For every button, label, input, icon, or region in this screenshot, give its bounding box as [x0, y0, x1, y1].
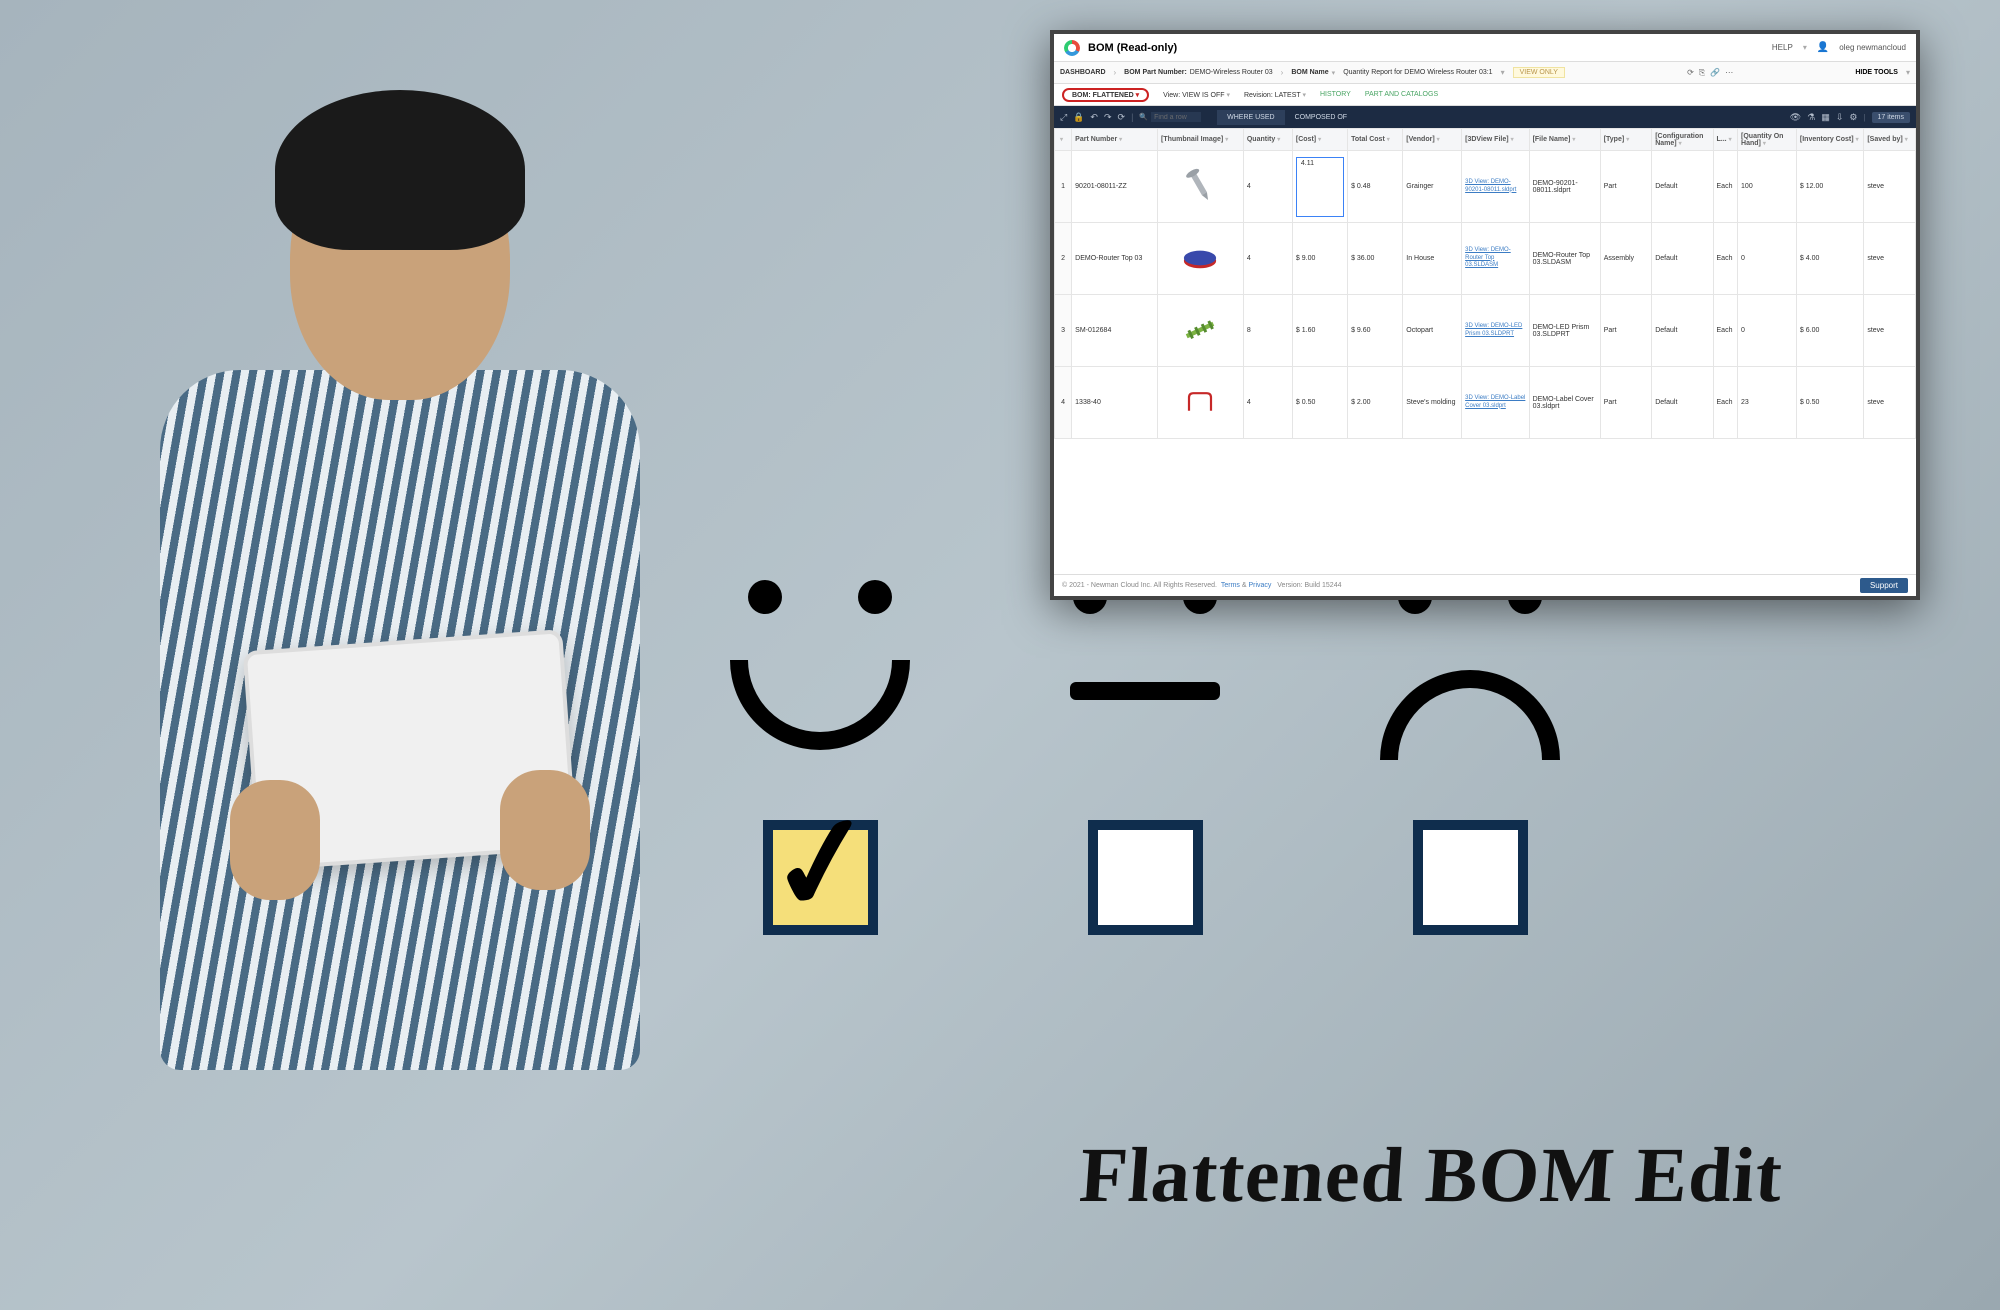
lock-icon[interactable]: 🔒: [1073, 112, 1084, 123]
part-number-cell[interactable]: 90201-08011-ZZ: [1072, 151, 1158, 223]
composed-of-tab[interactable]: COMPOSED OF: [1285, 110, 1358, 125]
col-header[interactable]: [1055, 129, 1072, 151]
app-logo-icon: [1064, 40, 1080, 56]
view3d-link: 3D View: DEMO-Label Cover 03.sldprt: [1465, 395, 1525, 411]
header-row: Part Number[Thumbnail Image]Quantity[Cos…: [1055, 129, 1916, 151]
user-icon: 👤: [1817, 42, 1829, 53]
revision-dropdown[interactable]: Revision: LATEST ▾: [1244, 91, 1306, 99]
search-input[interactable]: [1151, 112, 1201, 122]
col-header[interactable]: [Type]: [1600, 129, 1652, 151]
refresh-grid-icon[interactable]: ⟳: [1118, 112, 1126, 123]
view3d-link: 3D View: DEMO-LED Prism 03.SLDPRT: [1465, 323, 1525, 339]
checkbox-neutral[interactable]: [1088, 820, 1203, 935]
share-icon[interactable]: 🔗: [1710, 68, 1720, 78]
user-name[interactable]: oleg newmancloud: [1839, 43, 1906, 52]
view3d-link: 3D View: DEMO-90201-08011.sldprt: [1465, 179, 1525, 195]
columns-icon[interactable]: ▦: [1821, 112, 1830, 123]
expand-icon[interactable]: ⤢: [1060, 112, 1067, 123]
col-header[interactable]: [File Name]: [1529, 129, 1600, 151]
app-footer: © 2021 - Newman Cloud Inc. All Rights Re…: [1054, 574, 1916, 596]
privacy-link[interactable]: Privacy: [1248, 582, 1271, 589]
col-header[interactable]: Total Cost: [1348, 129, 1403, 151]
col-header[interactable]: [Configuration Name]: [1652, 129, 1713, 151]
col-header[interactable]: [Cost]: [1292, 129, 1347, 151]
view-dropdown[interactable]: View: VIEW IS OFF ▾: [1163, 91, 1230, 99]
where-used-tab[interactable]: WHERE USED: [1217, 110, 1284, 125]
neutral-face: [1045, 580, 1245, 760]
thumbnail-cell: [1158, 367, 1244, 439]
settings-icon[interactable]: ⚙: [1849, 112, 1857, 123]
part-catalog-link[interactable]: PART AND CATALOGS: [1365, 91, 1438, 98]
terms-link[interactable]: Terms: [1221, 582, 1240, 589]
view3d-link: 3D View: DEMO-Router Top 03.SLDASM: [1465, 247, 1525, 270]
caption-text: Flattened BOM Edit: [1077, 1130, 1786, 1220]
export-icon[interactable]: ⇩: [1836, 112, 1844, 123]
help-link[interactable]: HELP: [1772, 43, 1793, 52]
table-row[interactable]: 190201-08011-ZZ44.11$ 0.48Grainger3D Vie…: [1055, 151, 1916, 223]
copy-icon[interactable]: ⎘: [1699, 68, 1705, 78]
col-header[interactable]: [Inventory Cost]: [1796, 129, 1863, 151]
sad-face: [1370, 580, 1570, 760]
part-number-cell[interactable]: DEMO-Router Top 03: [1072, 223, 1158, 295]
cost-edit-cell[interactable]: 4.11: [1296, 157, 1344, 217]
col-header[interactable]: [3DView File]: [1462, 129, 1529, 151]
col-header[interactable]: Part Number: [1072, 129, 1158, 151]
item-count-badge: 17 items: [1872, 112, 1910, 123]
checkmark-icon: ✓: [762, 811, 882, 915]
col-header[interactable]: [Vendor]: [1403, 129, 1462, 151]
part-number-cell[interactable]: SM-012684: [1072, 295, 1158, 367]
tablet-device: [243, 629, 578, 871]
dashboard-link[interactable]: DASHBOARD: [1060, 69, 1106, 76]
checkbox-happy[interactable]: ✓: [763, 820, 878, 935]
table-row[interactable]: 41338-404$ 0.50$ 2.00Steve's molding3D V…: [1055, 367, 1916, 439]
hide-tools-toggle[interactable]: HIDE TOOLS: [1855, 69, 1898, 76]
grid-toolbar: ⤢ 🔒 ↶ ↷ ⟳ | 🔍 WHERE USED COMPOSED OF 👁 ⚗…: [1054, 106, 1916, 128]
col-header[interactable]: L...: [1713, 129, 1738, 151]
bom-app-window: BOM (Read-only) HELP ▾ 👤 oleg newmanclou…: [1050, 30, 1920, 600]
col-header[interactable]: [Saved by]: [1864, 129, 1916, 151]
person-photo: [100, 80, 700, 1280]
view-only-badge: VIEW ONLY: [1513, 67, 1565, 78]
search-icon: 🔍: [1139, 113, 1148, 121]
bom-grid[interactable]: Part Number[Thumbnail Image]Quantity[Cos…: [1054, 128, 1916, 574]
filter-icon[interactable]: ⚗: [1807, 112, 1815, 123]
app-header: BOM (Read-only) HELP ▾ 👤 oleg newmanclou…: [1054, 34, 1916, 62]
col-header[interactable]: Quantity: [1243, 129, 1292, 151]
breadcrumb-bar: DASHBOARD › BOM Part Number: DEMO-Wirele…: [1054, 62, 1916, 84]
checkbox-sad[interactable]: [1413, 820, 1528, 935]
thumbnail-cell: [1158, 151, 1244, 223]
eye-icon[interactable]: 👁: [1790, 112, 1801, 123]
table-row[interactable]: 3SM-0126848$ 1.60$ 9.60Octopart3D View: …: [1055, 295, 1916, 367]
more-icon[interactable]: ⋯: [1725, 68, 1733, 78]
col-header[interactable]: [Thumbnail Image]: [1158, 129, 1244, 151]
part-number-cell[interactable]: 1338-40: [1072, 367, 1158, 439]
undo-icon[interactable]: ↶: [1090, 112, 1098, 123]
table-row[interactable]: 2DEMO-Router Top 034$ 9.00$ 36.00In Hous…: [1055, 223, 1916, 295]
view-tabs: BOM: FLATTENED ▾ View: VIEW IS OFF ▾ Rev…: [1054, 84, 1916, 106]
bom-mode-dropdown[interactable]: BOM: FLATTENED ▾: [1062, 88, 1149, 102]
support-button[interactable]: Support: [1860, 578, 1908, 593]
history-link[interactable]: HISTORY: [1320, 91, 1351, 98]
app-title: BOM (Read-only): [1088, 42, 1177, 54]
thumbnail-cell: [1158, 295, 1244, 367]
smile-face: [720, 580, 920, 760]
refresh-icon[interactable]: ⟳: [1687, 68, 1694, 78]
thumbnail-cell: [1158, 223, 1244, 295]
col-header[interactable]: [Quantity On Hand]: [1738, 129, 1797, 151]
rating-faces: ✓: [720, 580, 1570, 935]
redo-icon[interactable]: ↷: [1104, 112, 1112, 123]
